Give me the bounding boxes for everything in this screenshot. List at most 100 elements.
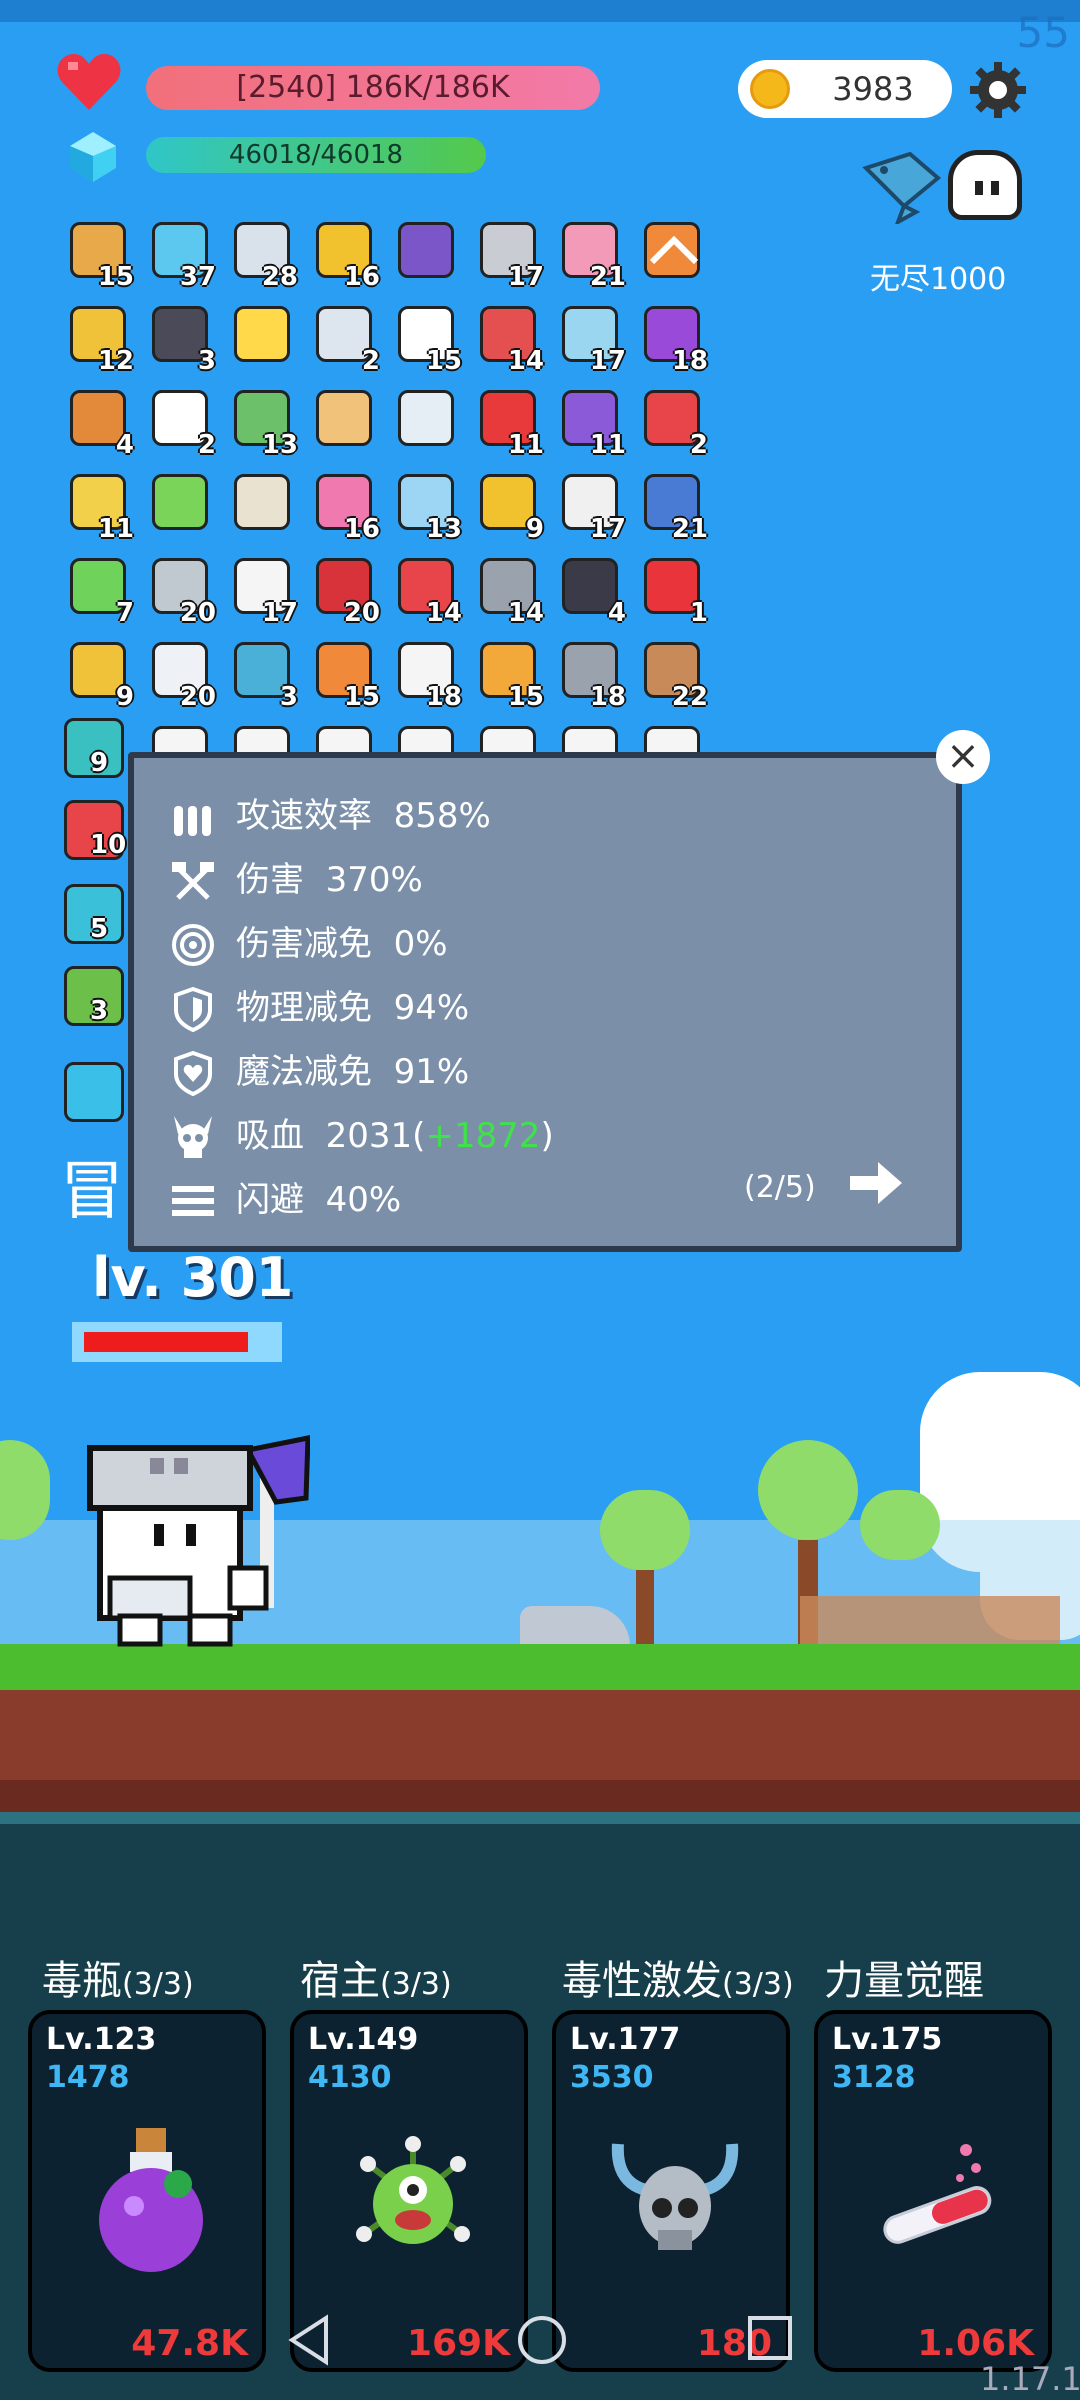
stat-bonus: +1872 [425,1116,541,1156]
skill-card-poison-bottle[interactable]: Lv.123 1478 47.8K [28,2010,266,2372]
inventory-item[interactable]: 14 [474,302,544,376]
inventory-item[interactable]: 15 [64,218,134,292]
fish-icon[interactable] [860,148,946,224]
skill-count: (3/3) [122,1967,194,2002]
inventory-item[interactable]: 21 [638,470,708,544]
inventory-item[interactable]: 13 [392,470,462,544]
inventory-item[interactable] [392,218,462,292]
inventory-item[interactable]: 18 [392,638,462,712]
ghost-icon[interactable] [948,150,1022,220]
stat-label: 魔法减免 [236,1052,372,1092]
inventory-item[interactable]: 17 [228,554,298,628]
inventory-item[interactable] [146,470,216,544]
mana-bar: 46018/46018 [146,137,486,173]
stat-value: 91% [393,1052,470,1092]
inventory-item[interactable]: 18 [638,302,708,376]
inventory-item[interactable]: 18 [556,638,626,712]
inventory-item[interactable]: 17 [474,218,544,292]
skill-name: 毒瓶 [42,1958,122,2004]
hp-bar: [2540] 186K/186K [146,66,600,110]
inventory-item[interactable]: 7 [64,554,134,628]
item-count: 14 [507,346,544,376]
endless-mode-label[interactable]: 无尽1000 [870,254,1006,298]
item-count: 20 [179,682,216,712]
inventory-item[interactable]: 9 [64,638,134,712]
fence [800,1596,1060,1644]
stats-popup: 攻速效率 858% 伤害 370% 伤害减免 0% 物理减免 94% 魔法减免 … [128,752,962,1252]
inventory-item[interactable] [228,470,298,544]
item-count: 16 [343,514,380,544]
inventory-item[interactable]: 12 [64,302,134,376]
stat-value: 94% [393,988,470,1028]
skill-power: 1478 [46,2060,130,2095]
arrow-right-icon[interactable] [848,1158,904,1208]
inventory-item[interactable]: 21 [556,218,626,292]
item-count: 9 [115,682,134,712]
inventory-item[interactable]: 11 [64,470,134,544]
inventory-item[interactable]: 17 [556,302,626,376]
inventory-item[interactable] [310,386,380,460]
skill-count: (3/3) [722,1967,794,2002]
item-count: 4 [115,430,134,460]
inventory-item[interactable]: 20 [146,554,216,628]
inventory-item[interactable] [228,302,298,376]
close-button[interactable]: × [936,730,990,784]
inventory-item[interactable]: 11 [474,386,544,460]
virus-monster-icon [356,2136,470,2244]
enemy-level: lv. 301 [92,1246,294,1309]
skill-card-power-awakening[interactable]: Lv.175 3128 1.06K [814,2010,1052,2372]
inventory-item[interactable]: 2 [146,386,216,460]
inventory-item[interactable]: 15 [474,638,544,712]
item-count: 37 [179,262,216,292]
inventory-item[interactable]: 20 [310,554,380,628]
crossed-axes-icon [172,862,214,900]
bullets-icon [174,806,211,836]
chevron-up-icon[interactable] [644,230,704,270]
item-count: 15 [97,262,134,292]
inventory-item[interactable]: 28 [228,218,298,292]
hidden-title-char: 冒 [60,1155,124,1229]
item-count: 13 [425,514,462,544]
stat-label: 伤害减免 [236,924,372,964]
inventory-item[interactable]: 2 [310,302,380,376]
inventory-item[interactable]: 1 [638,554,708,628]
inventory-item[interactable]: 15 [392,302,462,376]
inventory-item[interactable]: 4 [556,554,626,628]
inventory-item[interactable]: 4 [64,386,134,460]
test-tube-icon [883,2144,992,2244]
nav-back-icon[interactable] [286,2314,334,2366]
inventory-item[interactable]: 14 [474,554,544,628]
inventory-item[interactable]: 17 [556,470,626,544]
inventory-item[interactable]: 15 [310,638,380,712]
skill-power: 3128 [832,2060,916,2095]
inventory-item[interactable]: 9 [474,470,544,544]
inventory-item[interactable]: 3 [146,302,216,376]
gear-icon[interactable] [968,60,1028,120]
inventory-item[interactable]: 16 [310,470,380,544]
item-icon [398,390,454,446]
inventory-item[interactable]: 3 [228,638,298,712]
nav-home-icon[interactable] [516,2314,568,2366]
upgrade-cost: 169K [406,2323,510,2364]
inventory-item-side[interactable] [64,1062,124,1122]
inventory-item[interactable]: 14 [392,554,462,628]
enemy-hp-fill [84,1332,248,1352]
inventory-item[interactable] [392,386,462,460]
item-count: 15 [343,682,380,712]
stat-value: 0% [393,924,448,964]
inventory-item[interactable]: 22 [638,638,708,712]
gold-counter[interactable]: 3983 [738,60,952,118]
item-icon [152,474,208,530]
inventory-item[interactable]: 20 [146,638,216,712]
skill-name: 宿主 [300,1958,380,2004]
inventory-item[interactable]: 11 [556,386,626,460]
skill-name: 力量觉醒 [824,1958,984,2004]
inventory-item[interactable]: 2 [638,386,708,460]
inventory-item[interactable]: 13 [228,386,298,460]
inventory-item[interactable]: 37 [146,218,216,292]
inventory-item[interactable]: 16 [310,218,380,292]
item-count: 15 [425,346,462,376]
upgrade-cost: 1.06K [917,2323,1034,2364]
nav-recents-icon[interactable] [746,2314,794,2362]
item-icon [234,306,290,362]
